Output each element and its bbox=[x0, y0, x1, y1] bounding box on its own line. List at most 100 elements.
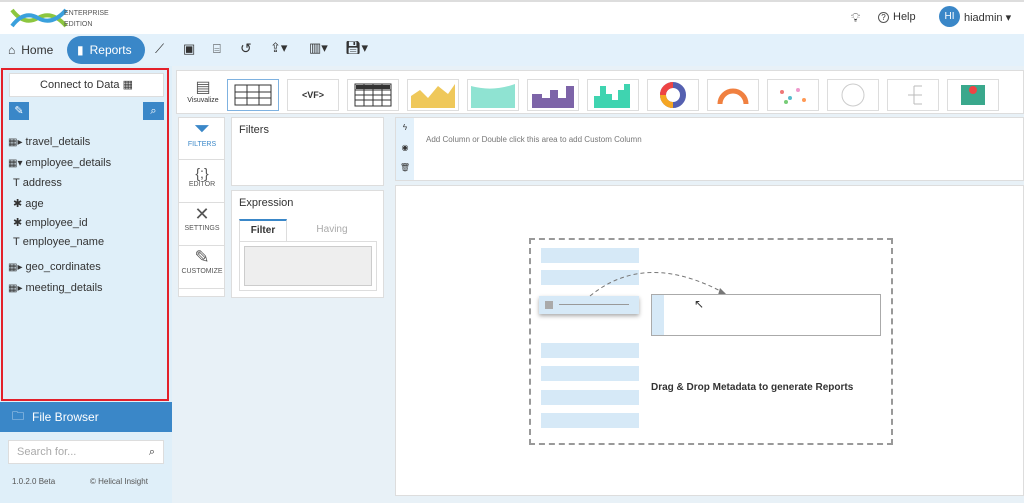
preview-icon[interactable]: ▣ bbox=[183, 41, 195, 57]
code-editor-icon: {;} bbox=[195, 165, 209, 181]
chart-type-area[interactable] bbox=[407, 79, 459, 111]
avatar[interactable]: HI bbox=[939, 6, 960, 27]
tab-filters[interactable]: ⏷ FILTERS bbox=[179, 118, 225, 160]
chart-type-map[interactable] bbox=[947, 79, 999, 111]
chart-type-crosstab[interactable] bbox=[347, 79, 399, 111]
helical-logo bbox=[10, 6, 68, 33]
folder-icon: 🗀︎ bbox=[12, 408, 25, 423]
chart-type-donut[interactable] bbox=[647, 79, 699, 111]
tools-icon: ✕ bbox=[194, 204, 210, 224]
edit-icon: ✎ bbox=[14, 105, 24, 117]
help-link[interactable]: ? Help bbox=[878, 11, 916, 23]
tree-label: meeting_details bbox=[25, 282, 103, 294]
chart-type-table[interactable] bbox=[227, 79, 279, 111]
columns-panel[interactable]: ϟ ◉ 🗑︎ Add Column or Double click this are… bbox=[395, 117, 1024, 181]
chart-type-gauge[interactable] bbox=[707, 79, 759, 111]
tree-label: employee_name bbox=[22, 236, 105, 248]
home-label: Home bbox=[21, 43, 54, 57]
chart-type-step[interactable] bbox=[527, 79, 579, 111]
search-icon: ⌕ bbox=[150, 105, 157, 117]
file-browser-button[interactable]: 🗀︎ File Browser bbox=[0, 402, 172, 432]
chart-type-strip: ▤ Visuvalize <VF> bbox=[176, 70, 1024, 114]
tab-editor[interactable]: {;} EDITOR bbox=[179, 161, 225, 203]
dropzone-message: Drag & Drop Metadata to generate Reports bbox=[651, 382, 854, 393]
column-actions: ϟ ◉ 🗑︎ bbox=[396, 118, 414, 180]
trash-icon[interactable]: 🗑︎ bbox=[396, 158, 414, 178]
tree-column-age[interactable]: ✱ age bbox=[13, 197, 44, 211]
reports-label: Reports bbox=[89, 43, 132, 57]
table-icon: ▦▸ bbox=[8, 282, 23, 294]
cursor-icon: ↖ bbox=[694, 297, 705, 311]
save-icon[interactable]: 💾︎▾ bbox=[345, 40, 368, 56]
tree-column-employee-name[interactable]: Temployee_name bbox=[13, 236, 104, 248]
history-icon[interactable]: ↺ bbox=[240, 40, 252, 57]
tab-label: EDITOR bbox=[188, 181, 216, 188]
tree-label: address bbox=[22, 177, 62, 189]
numeric-type-icon: ✱ bbox=[13, 217, 23, 229]
edition-label: ENTERPRISE EDITION bbox=[64, 8, 109, 30]
tree-label: geo_cordinates bbox=[25, 261, 101, 273]
search-button[interactable]: ⌕ bbox=[143, 102, 164, 120]
tab-having[interactable]: Having bbox=[292, 219, 372, 241]
side-tab-column: ⏷ FILTERS {;} EDITOR ✕ SETTINGS ✎ CUSTOMIZE bbox=[178, 117, 225, 297]
visualize-button[interactable]: ▤ Visuvalize bbox=[183, 77, 223, 104]
drop-zone[interactable]: ↖ Drag & Drop Metadata to generate Repor… bbox=[529, 238, 893, 445]
tab-label: FILTERS bbox=[187, 141, 217, 148]
reports-tab[interactable]: ▮ Reports bbox=[67, 36, 145, 64]
table-icon: ▦▸ bbox=[8, 136, 23, 148]
home-icon: ⌂ bbox=[8, 43, 16, 57]
tree-table-geo-cordinates[interactable]: ▦▸ geo_cordinates bbox=[8, 261, 101, 273]
tree-column-employee-id[interactable]: ✱ employee_id bbox=[13, 216, 88, 230]
visibility-icon[interactable]: ◉ bbox=[396, 138, 414, 158]
edition-line: ENTERPRISE bbox=[64, 10, 109, 17]
chart-type-stacked-area[interactable] bbox=[467, 79, 519, 111]
funnel-icon: ⏷ bbox=[194, 118, 210, 140]
chart-type-tree[interactable] bbox=[887, 79, 939, 111]
tree-label: travel_details bbox=[25, 136, 91, 148]
tree-column-address[interactable]: Taddress bbox=[13, 177, 62, 189]
search-placeholder: Search for... bbox=[17, 446, 77, 458]
main-area: ▤ Visuvalize <VF> ⏷ FILTERS {;} EDITOR ✕ SET… bbox=[172, 66, 1024, 503]
report-canvas: ↖ Drag & Drop Metadata to generate Repor… bbox=[395, 185, 1024, 496]
expression-textarea[interactable] bbox=[244, 246, 372, 286]
lightning-icon[interactable]: ϟ bbox=[396, 118, 414, 138]
visualize-label: Visuvalize bbox=[187, 97, 219, 104]
copyright-label: © Helical Insight bbox=[90, 477, 148, 486]
chart-type-vf[interactable]: <VF> bbox=[287, 79, 339, 111]
file-search-input[interactable]: Search for... ⌕ bbox=[8, 440, 164, 464]
chart-type-histogram[interactable] bbox=[587, 79, 639, 111]
user-menu[interactable]: hiadmin ▾ bbox=[964, 11, 1011, 24]
version-label: 1.0.2.0 Beta bbox=[12, 477, 56, 486]
nav-bar: ⌂ Home ▮ Reports ⟋ ▣ ⌸ ↺ ⇪▾ ▥▾ 💾︎▾ bbox=[0, 34, 1024, 66]
line-chart-icon[interactable]: ⟋ bbox=[155, 41, 164, 57]
tree-label: employee_id bbox=[25, 216, 88, 229]
tree-table-employee-details[interactable]: ▦▾ employee_details bbox=[8, 157, 111, 169]
tab-customize[interactable]: ✎ CUSTOMIZE bbox=[179, 247, 225, 289]
table-icon: ▦▾ bbox=[8, 157, 23, 169]
expression-title: Expression bbox=[239, 197, 294, 209]
bar-chart-icon: ▮ bbox=[77, 43, 84, 57]
share-icon[interactable]: ⇪▾ bbox=[270, 40, 287, 56]
username: hiadmin bbox=[964, 12, 1003, 24]
tree-table-travel-details[interactable]: ▦▸ travel_details bbox=[8, 136, 90, 148]
chart-type-bubble-pack[interactable] bbox=[827, 79, 879, 111]
metadata-panel: Connect to Data ▦ ✎ ⌕ ▦▸ travel_details ▦… bbox=[1, 68, 169, 401]
drop-target: ↖ bbox=[651, 294, 881, 336]
lightbulb-icon[interactable]: 💡︎ bbox=[851, 10, 860, 26]
tab-filter[interactable]: Filter bbox=[239, 219, 287, 241]
layout-icon[interactable]: ▥▾ bbox=[309, 40, 328, 56]
tree-table-meeting-details[interactable]: ▦▸ meeting_details bbox=[8, 282, 103, 294]
connect-to-data-button[interactable]: Connect to Data ▦ bbox=[9, 73, 164, 97]
chart-type-scatter[interactable] bbox=[767, 79, 819, 111]
customize-icon: ✎ bbox=[194, 247, 210, 267]
numeric-type-icon: ✱ bbox=[13, 198, 23, 210]
expression-panel: Expression Filter Having bbox=[231, 190, 384, 298]
text-type-icon: T bbox=[13, 236, 20, 248]
edit-button[interactable]: ✎ bbox=[9, 102, 29, 120]
presentation-icon[interactable]: ⌸ bbox=[213, 41, 221, 57]
filters-title: Filters bbox=[239, 124, 269, 136]
top-header: ENTERPRISE EDITION 💡︎ ? Help HI hiadmin ▾ bbox=[0, 0, 1024, 34]
tab-settings[interactable]: ✕ SETTINGS bbox=[179, 204, 225, 246]
tree-label: age bbox=[25, 197, 44, 210]
edition-line: EDITION bbox=[64, 21, 93, 28]
